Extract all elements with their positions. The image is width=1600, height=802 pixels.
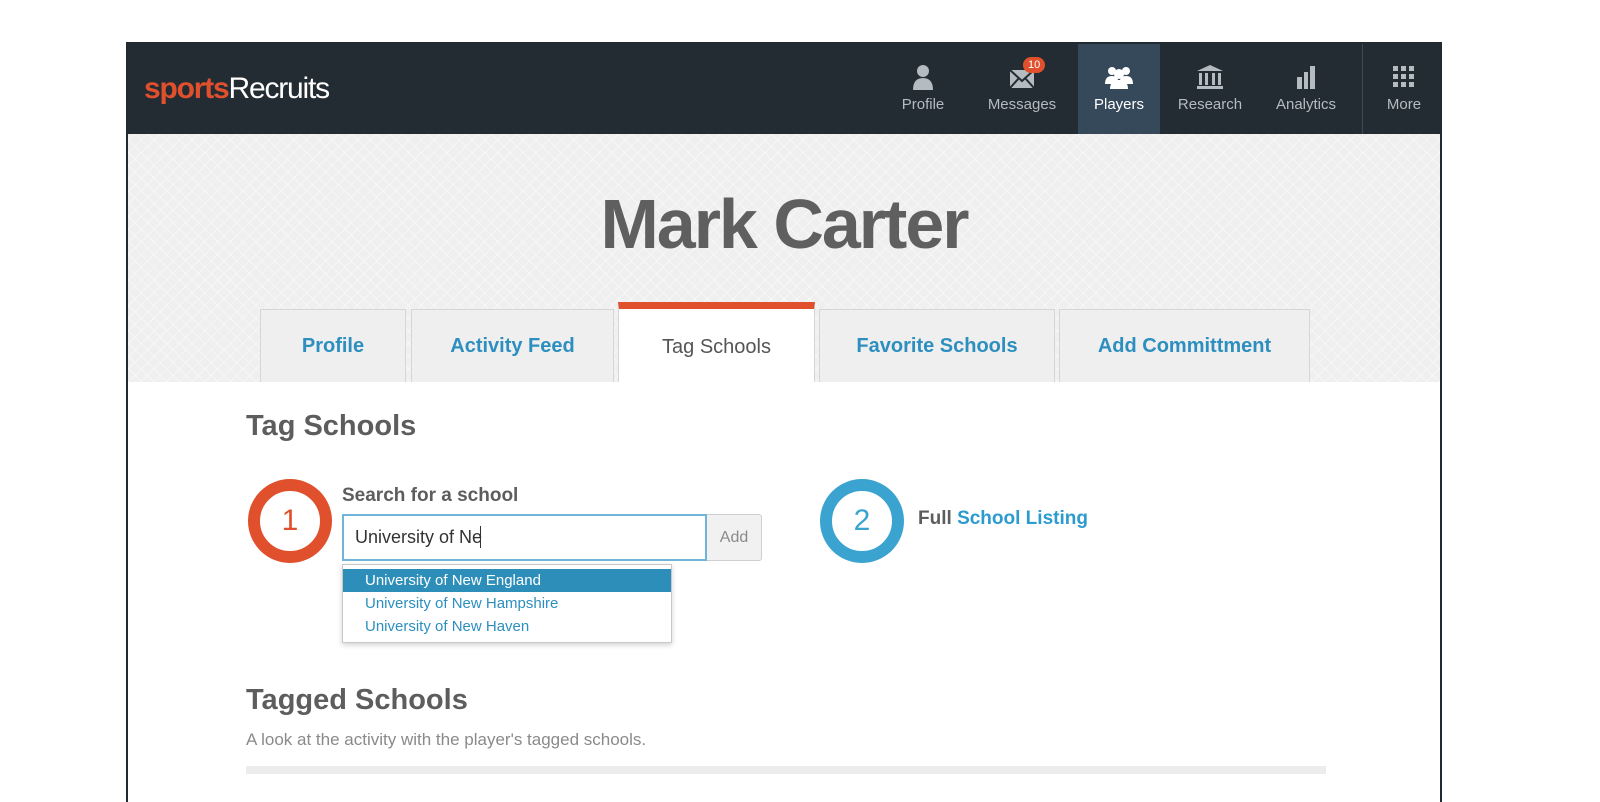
tab-add-committment[interactable]: Add Committment [1059, 309, 1310, 382]
nav-item-profile[interactable]: Profile [883, 44, 963, 134]
nav-divider [1362, 44, 1363, 134]
add-school-button[interactable]: Add [707, 514, 762, 561]
sportsrecruits-logo[interactable]: sportsRecruits [144, 72, 331, 106]
suggestion-item[interactable]: University of New England [343, 569, 671, 592]
step-2-badge: 2 [820, 479, 904, 563]
full-listing-prefix: Full [918, 508, 952, 529]
step-1-badge: 1 [248, 479, 332, 563]
nav-label-more: More [1386, 96, 1422, 113]
player-name: Mark Carter [600, 185, 969, 263]
institution-icon [1197, 65, 1223, 89]
tagged-schools-table-header [246, 766, 1326, 774]
school-search-input[interactable] [342, 514, 707, 561]
logo-recruits: Recruits [228, 72, 331, 105]
nav-label-messages: Messages [987, 96, 1057, 113]
nav-label-profile: Profile [901, 96, 945, 113]
tagged-schools-heading: Tagged Schools [246, 684, 468, 716]
person-icon [913, 65, 933, 90]
school-suggestions-dropdown: University of New England University of … [342, 564, 672, 643]
messages-count-badge: 10 [1023, 57, 1046, 73]
tab-tag-schools[interactable]: Tag Schools [618, 302, 815, 382]
nav-label-analytics: Analytics [1275, 96, 1337, 113]
nav-item-more[interactable]: More [1364, 44, 1440, 134]
full-school-listing: Full School Listing [918, 508, 1088, 530]
nav-item-research[interactable]: Research [1168, 44, 1252, 134]
nav-item-players[interactable]: Players [1078, 44, 1160, 134]
text-caret [480, 526, 481, 548]
nav-item-analytics[interactable]: Analytics [1264, 44, 1348, 134]
nav-label-research: Research [1177, 96, 1243, 113]
suggestion-item[interactable]: University of New Haven [343, 615, 671, 638]
nav-item-messages[interactable]: Messages [978, 44, 1066, 134]
nav-label-players: Players [1093, 96, 1145, 113]
top-navbar: sportsRecruits Profile Messages 10 Playe… [128, 44, 1440, 134]
bar-chart-icon [1297, 66, 1315, 89]
school-listing-link[interactable]: School Listing [957, 508, 1088, 529]
tag-schools-heading: Tag Schools [246, 410, 417, 442]
logo-sports: sports [144, 72, 230, 105]
tab-profile[interactable]: Profile [260, 309, 406, 382]
tagged-schools-description: A look at the activity with the player's… [246, 730, 647, 749]
search-school-label: Search for a school [342, 485, 519, 506]
tab-favorite-schools[interactable]: Favorite Schools [819, 309, 1055, 382]
people-icon [1105, 67, 1133, 89]
app-window: sportsRecruits Profile Messages 10 Playe… [126, 42, 1442, 802]
suggestion-item[interactable]: University of New Hampshire [343, 592, 671, 615]
tab-activity-feed[interactable]: Activity Feed [411, 309, 614, 382]
grid-icon [1393, 66, 1414, 87]
